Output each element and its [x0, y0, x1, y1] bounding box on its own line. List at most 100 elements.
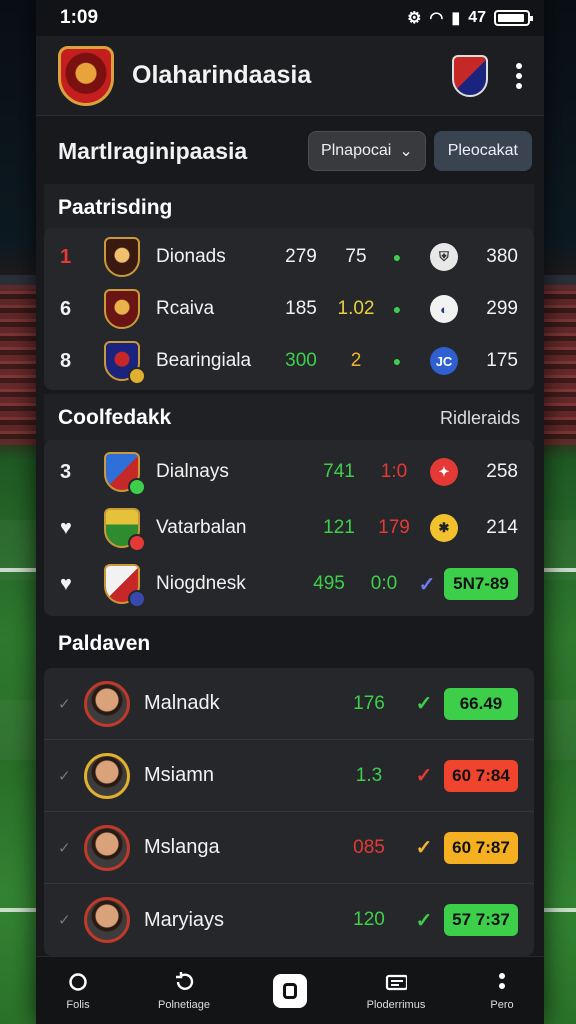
check-icon: ✓ [58, 767, 71, 785]
shield-icon: ⛨ [430, 243, 458, 271]
table-row[interactable]: ♥ Niogdnesk 495 0:0 ✓ 5N7-89 [44, 556, 534, 612]
bottom-nav: Folis Polnetiage Ploderrimus Pero [36, 956, 544, 1024]
player-name: Malnadk [144, 692, 220, 714]
heart-icon[interactable]: ♥ [60, 573, 90, 596]
value-pill[interactable]: 57 7:37 [444, 904, 518, 936]
stat-value: 0:0 [370, 573, 398, 594]
score-value: 175 [486, 350, 518, 371]
player-name: Mslanga [144, 836, 220, 858]
player-name: Msiamn [144, 764, 215, 786]
team-circle-icon: ◐ [430, 295, 458, 323]
app-header: Olaharindaasia [36, 36, 544, 116]
check-icon: ✓ [58, 695, 71, 713]
check-icon: ✓ [415, 765, 433, 787]
team-name: Bearingiala [156, 350, 252, 371]
list-item[interactable]: ✓ Msiamn 1.3 ✓ 60 7:84 [44, 740, 534, 812]
table-row[interactable]: ♥ Vatarbalan 121 179 ✱ 214 [44, 500, 534, 556]
players-card: ✓ Malnadk 176 ✓ 66.49 ✓ Msiamn 1.3 ✓ 60 … [44, 668, 534, 956]
action-button-label: Pleocakat [447, 142, 518, 159]
result-pill[interactable]: 5N7-89 [444, 568, 518, 600]
stat-value: 121 [323, 517, 355, 538]
dropdown-label: Plnapocai [321, 142, 392, 159]
avatar [84, 824, 130, 871]
status-dots-icon: ● [392, 353, 402, 369]
player-value: 120 [353, 909, 385, 930]
section-title: Coolfedakk [58, 406, 172, 429]
home-icon [273, 973, 307, 1008]
check-icon: ✓ [415, 837, 433, 859]
app-title: Olaharindaasia [132, 61, 312, 89]
rank-number: 8 [60, 349, 72, 372]
status-icons: ⚙ ◠ ▮ 47 [407, 8, 533, 28]
more-options-icon[interactable] [512, 59, 526, 93]
stat-value: 179 [378, 517, 410, 538]
section-right-label[interactable]: Ridleraids [440, 408, 520, 429]
team-logo-icon [104, 289, 140, 329]
value-pill[interactable]: 60 7:87 [444, 831, 518, 864]
team-circle-icon: JC [430, 347, 458, 375]
table-row[interactable]: 1 Dionads 279 75 ● ⛨ 380 [44, 231, 534, 283]
stat-value: 1.02 [337, 298, 375, 319]
team-name: Vatarbalan [156, 517, 247, 538]
stat-value: 495 [313, 573, 345, 594]
list-item[interactable]: ✓ Mslanga 085 ✓ 60 7:87 [44, 812, 534, 884]
section-header: Paldaven [44, 620, 534, 668]
table-row[interactable]: 6 Rcaiva 185 1.02 ● ◐ 299 [44, 283, 534, 335]
check-icon: ✓ [415, 909, 433, 932]
stat-value: 75 [345, 246, 367, 267]
results-card: 3 Dialnays 741 1:0 ✦ 258 ♥ Vatarbalan 12… [44, 440, 534, 616]
score-value: 214 [486, 517, 518, 538]
team-logo-icon [104, 237, 140, 277]
list-item[interactable]: ✓ Maryiays 120 ✓ 57 7:37 [44, 884, 534, 956]
rank-number: 6 [60, 297, 72, 320]
section-title: Paldaven [58, 632, 151, 655]
nav-label: Ploderrimus [366, 998, 426, 1011]
team-logo-icon [104, 452, 146, 496]
app-panel: 1:09 ⚙ ◠ ▮ 47 Olaharindaasia Martlragini… [36, 0, 544, 1024]
nav-item-pero[interactable]: Pero [472, 971, 532, 1011]
refresh-icon [173, 971, 195, 993]
rank-number: 1 [60, 245, 72, 268]
check-icon: ✓ [415, 693, 433, 715]
table-row[interactable]: 3 Dialnays 741 1:0 ✦ 258 [44, 444, 534, 500]
battery-icon [494, 10, 533, 26]
team-name: Dionads [156, 246, 226, 267]
nav-item-polnetiage[interactable]: Polnetiage [154, 971, 214, 1011]
avatar [84, 752, 130, 799]
team-logo-icon [104, 341, 146, 385]
list-item[interactable]: ✓ Malnadk 176 ✓ 66.49 [44, 668, 534, 740]
section-header: Paatrisding [44, 184, 534, 232]
check-icon: ✓ [58, 912, 71, 929]
stat-value: 300 [285, 350, 317, 371]
team-badge-icon[interactable] [452, 54, 488, 97]
battery-percent: 47 [468, 9, 486, 26]
heart-icon[interactable]: ♥ [60, 517, 90, 540]
score-value: 299 [486, 298, 518, 319]
team-logo-icon [104, 564, 146, 608]
rank-number: 3 [60, 460, 72, 483]
nav-label: Polnetiage [158, 998, 210, 1011]
team-circle-icon: ✦ [430, 458, 458, 486]
value-pill[interactable]: 66.49 [444, 687, 518, 720]
nav-item-folis[interactable]: Folis [48, 971, 108, 1011]
ticket-icon [385, 971, 407, 993]
score-value: 258 [486, 461, 518, 482]
player-value: 176 [353, 692, 385, 714]
section-title: Paatrisding [58, 196, 173, 219]
circle-icon [67, 971, 89, 993]
settings-icon: ⚙ [407, 10, 422, 27]
value-pill[interactable]: 60 7:84 [444, 759, 518, 792]
club-crest-icon[interactable] [58, 45, 114, 106]
nav-item-home[interactable] [260, 973, 320, 1008]
status-dots-icon: ● [392, 301, 402, 317]
status-dots-icon: ● [392, 249, 402, 265]
stat-value: 2 [350, 350, 362, 371]
filter-dropdown[interactable]: Plnapocai ⌄ [308, 131, 426, 171]
nav-item-ploderrimus[interactable]: Ploderrimus [366, 971, 426, 1011]
toolbar: Martlraginipaasia Plnapocai ⌄ Pleocakat [36, 116, 544, 186]
player-name: Maryiays [144, 908, 225, 931]
table-row[interactable]: 8 Bearingiala 300 2 ● JC 175 [44, 335, 534, 387]
action-button[interactable]: Pleocakat [433, 131, 532, 171]
stat-value: 185 [285, 298, 317, 319]
signal-icon: ▮ [451, 10, 461, 27]
